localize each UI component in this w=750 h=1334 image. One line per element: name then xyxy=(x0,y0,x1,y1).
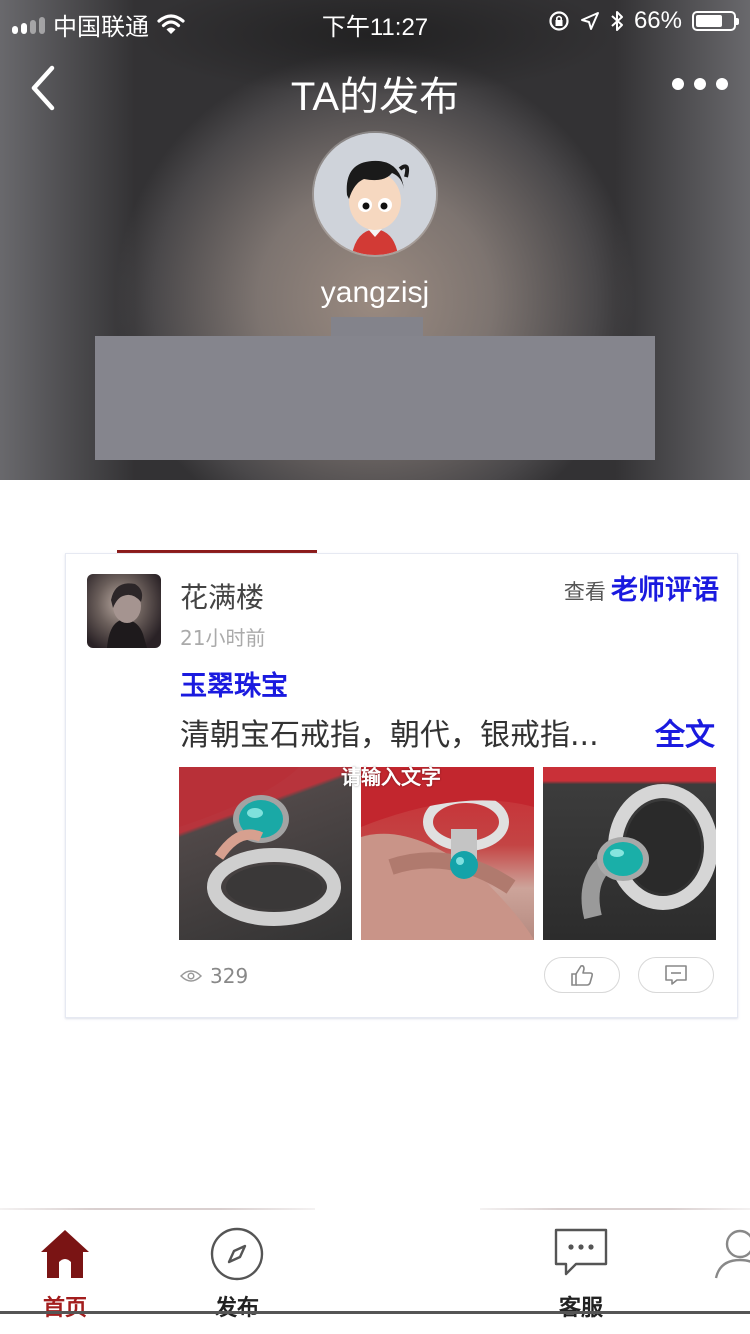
tab-me[interactable]: 我 xyxy=(690,1222,750,1284)
chat-bubble-icon xyxy=(554,1228,608,1276)
status-bar: 中国联通 下午11:27 66% xyxy=(0,0,750,41)
nav-bar: TA的发布 xyxy=(0,50,750,130)
tab-home[interactable]: 首页 xyxy=(0,1222,130,1321)
battery-percent: 66% xyxy=(633,7,682,34)
location-icon xyxy=(580,12,599,30)
battery-icon xyxy=(692,11,739,31)
more-button[interactable] xyxy=(672,78,728,90)
thumbs-up-icon xyxy=(571,965,594,986)
tab-label: 发布 xyxy=(214,1296,259,1321)
ring-image xyxy=(179,767,341,926)
post-image[interactable] xyxy=(179,767,352,940)
ring-in-hand-image xyxy=(361,767,534,940)
profile-avatar[interactable] xyxy=(314,133,436,255)
view-count-value: 329 xyxy=(210,964,249,988)
image-overlay-text: 请输入文字 xyxy=(341,765,441,789)
user-icon xyxy=(714,1229,750,1279)
post-text: 清朝宝石戒指，朝代，银戒指... xyxy=(180,718,599,753)
post-image[interactable] xyxy=(543,767,716,940)
author-name[interactable]: 花满楼 xyxy=(180,576,264,616)
post-card[interactable]: 花满楼 21小时前 查看 老师评语 玉翠珠宝 清朝宝石戒指，朝代，银戒指... … xyxy=(65,553,738,1018)
tab-bar-divider xyxy=(480,1208,750,1210)
view-count: 329 xyxy=(180,964,248,988)
post-image[interactable] xyxy=(361,767,534,940)
profile-username: yangzisj xyxy=(320,276,430,309)
profile-header: 中国联通 下午11:27 66% TA的发布 yangzisj xyxy=(0,0,750,480)
like-button[interactable] xyxy=(544,957,620,993)
home-icon xyxy=(41,1230,89,1278)
post-time: 21小时前 xyxy=(180,626,266,650)
comment-button[interactable] xyxy=(638,957,714,993)
rotation-lock-icon xyxy=(549,11,569,31)
teacher-comment-link[interactable]: 查看 老师评语 xyxy=(564,568,719,607)
more-dots-icon xyxy=(672,78,684,90)
bluetooth-icon xyxy=(611,11,623,31)
page-title: TA的发布 xyxy=(290,75,460,119)
cartoon-avatar-image xyxy=(314,133,436,255)
tab-label: 首页 xyxy=(42,1296,87,1321)
tab-bar-divider xyxy=(0,1208,315,1210)
tab-label: 客服 xyxy=(558,1296,603,1321)
redaction-block xyxy=(95,336,655,460)
comment-icon xyxy=(665,965,687,985)
ring-on-fabric-image xyxy=(581,784,716,920)
fulltext-link[interactable]: 全文 xyxy=(655,710,715,754)
post-images xyxy=(179,767,717,940)
home-indicator xyxy=(0,1311,750,1314)
post-category[interactable]: 玉翠珠宝 xyxy=(180,664,288,703)
compass-icon xyxy=(210,1227,264,1281)
author-avatar[interactable] xyxy=(87,574,161,648)
teacher-prefix: 查看 xyxy=(563,580,606,604)
teacher-comment-label: 老师评语 xyxy=(611,575,719,606)
author-photo xyxy=(107,583,147,648)
eye-icon xyxy=(180,970,202,982)
tab-service[interactable]: 客服 xyxy=(516,1222,646,1321)
tab-publish[interactable]: 发布 xyxy=(172,1222,302,1321)
